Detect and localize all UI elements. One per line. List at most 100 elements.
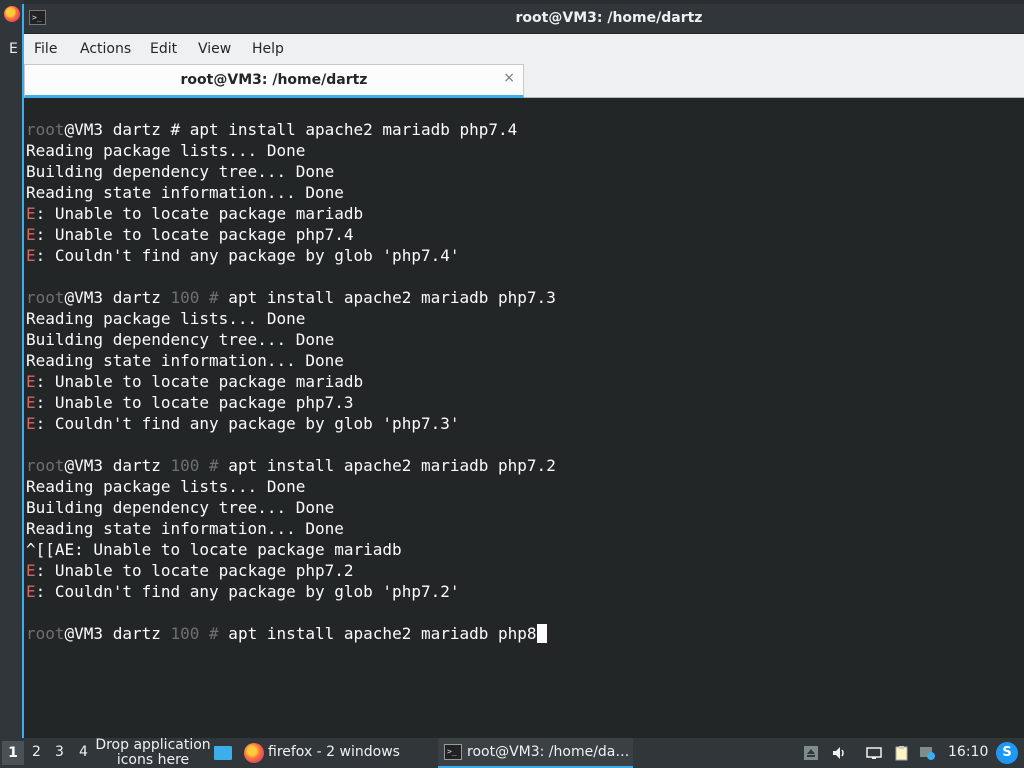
terminal-line: root@VM3 dartz 100 # apt install apache2… <box>26 455 1024 476</box>
terminal-text: E <box>26 204 36 223</box>
terminal-text: : Unable to locate package php7.4 <box>35 225 354 244</box>
terminal-line: Reading state information... Done <box>26 350 1024 371</box>
terminal-output[interactable]: root@VM3 dartz # apt install apache2 mar… <box>24 99 1024 738</box>
terminal-line: E: Unable to locate package mariadb <box>26 371 1024 392</box>
task-firefox[interactable]: firefox - 2 windows <box>268 744 400 760</box>
terminal-text: apt install apache2 mariadb php8 <box>218 624 537 643</box>
title-bar[interactable]: >_ root@VM3: /home/dartz <box>24 4 1024 33</box>
terminal-text: ^[[AE: Unable to locate package mariadb <box>26 540 402 559</box>
terminal-text: root <box>26 120 65 139</box>
terminal-text: : Unable to locate package php7.2 <box>35 561 354 580</box>
terminal-text: Reading state information... Done <box>26 183 344 202</box>
volume-icon[interactable] <box>831 745 847 761</box>
terminal-text: root <box>26 456 65 475</box>
firefox-icon[interactable] <box>4 6 20 22</box>
terminal-text: apt install apache2 mariadb php7.2 <box>218 456 556 475</box>
terminal-text: E <box>26 372 36 391</box>
terminal-text: : Couldn't find any package by glob 'php… <box>35 582 460 601</box>
menu-view[interactable]: View <box>198 41 231 57</box>
terminal-text: @VM3 dartz # apt install apache2 mariadb… <box>64 120 518 139</box>
terminal-text: Reading package lists... Done <box>26 309 306 328</box>
menu-actions[interactable]: Actions <box>80 41 131 57</box>
desktop-label: E <box>9 41 18 57</box>
menu-help[interactable]: Help <box>252 41 284 57</box>
task-terminal-label: root@VM3: /home/da… <box>467 744 630 760</box>
terminal-line: ^[[AE: Unable to locate package mariadb <box>26 539 1024 560</box>
terminal-line: root@VM3 dartz 100 # apt install apache2… <box>26 623 1024 644</box>
quicklaunch-placeholder: Drop application icons here <box>95 737 211 768</box>
text-cursor <box>536 624 547 643</box>
terminal-text: 100 # <box>170 288 219 307</box>
terminal-text: @VM3 dartz <box>64 456 171 475</box>
close-icon[interactable]: × <box>503 70 515 86</box>
terminal-line: E: Couldn't find any package by glob 'ph… <box>26 413 1024 434</box>
clipboard-icon[interactable] <box>893 745 909 761</box>
terminal-line: Building dependency tree... Done <box>26 329 1024 350</box>
terminal-line: Reading state information... Done <box>26 518 1024 539</box>
tab-terminal[interactable]: root@VM3: /home/dartz × <box>24 64 524 98</box>
terminal-text: root <box>26 288 65 307</box>
terminal-line: Reading package lists... Done <box>26 140 1024 161</box>
terminal-line: Building dependency tree... Done <box>26 497 1024 518</box>
workspace-2[interactable]: 2 <box>32 744 41 760</box>
network-icon[interactable] <box>866 745 882 761</box>
clock[interactable]: 16:10 <box>948 744 988 760</box>
menu-bar: File Actions Edit View Help <box>24 34 1024 64</box>
desktop-left-strip: E <box>0 0 24 738</box>
terminal-line: Reading package lists... Done <box>26 476 1024 497</box>
tab-bar: root@VM3: /home/dartz × <box>24 64 1024 98</box>
terminal-text: Reading state information... Done <box>26 519 344 538</box>
terminal-text: : Unable to locate package mariadb <box>35 204 364 223</box>
menu-file[interactable]: File <box>34 41 57 57</box>
terminal-text: Reading state information... Done <box>26 351 344 370</box>
terminal-line: E: Couldn't find any package by glob 'ph… <box>26 245 1024 266</box>
taskbar: 1 2 3 4 Drop application icons here fire… <box>0 738 1024 768</box>
terminal-text: 100 # <box>170 624 219 643</box>
workspace-3[interactable]: 3 <box>55 744 64 760</box>
show-desktop-icon[interactable] <box>214 746 232 760</box>
app-menu-icon[interactable]: S <box>996 742 1018 764</box>
terminal-line: E: Couldn't find any package by glob 'ph… <box>26 581 1024 602</box>
terminal-text: E <box>26 582 36 601</box>
terminal-text: 100 # <box>170 456 219 475</box>
terminal-text: E <box>26 414 36 433</box>
terminal-text: @VM3 dartz <box>64 624 171 643</box>
window-title: root@VM3: /home/dartz <box>515 10 703 26</box>
terminal-line: root@VM3 dartz # apt install apache2 mar… <box>26 119 1024 140</box>
terminal-line: E: Unable to locate package php7.2 <box>26 560 1024 581</box>
terminal-text: Reading package lists... Done <box>26 141 306 160</box>
terminal-text: Reading package lists... Done <box>26 477 306 496</box>
firefox-icon <box>244 743 264 763</box>
terminal-text: : Couldn't find any package by glob 'php… <box>35 414 460 433</box>
tab-label: root@VM3: /home/dartz <box>180 72 368 88</box>
konsole-window: >_ root@VM3: /home/dartz File Actions Ed… <box>22 4 1024 738</box>
terminal-text: Building dependency tree... Done <box>26 162 335 181</box>
workspace-4[interactable]: 4 <box>79 744 88 760</box>
terminal-text: Building dependency tree... Done <box>26 330 335 349</box>
terminal-text: : Couldn't find any package by glob 'php… <box>35 246 460 265</box>
terminal-line: E: Unable to locate package php7.4 <box>26 224 1024 245</box>
terminal-line: Reading package lists... Done <box>26 308 1024 329</box>
terminal-line: Building dependency tree... Done <box>26 161 1024 182</box>
terminal-text: @VM3 dartz <box>64 288 171 307</box>
terminal-text: : Unable to locate package mariadb <box>35 372 364 391</box>
terminal-text: Building dependency tree... Done <box>26 498 335 517</box>
terminal-text: root <box>26 624 65 643</box>
notification-icon[interactable] <box>919 745 935 761</box>
menu-edit[interactable]: Edit <box>150 41 177 57</box>
eject-icon[interactable] <box>803 745 819 761</box>
workspace-1[interactable]: 1 <box>2 741 24 765</box>
terminal-text: E <box>26 225 36 244</box>
terminal-text: E <box>26 561 36 580</box>
terminal-text: apt install apache2 mariadb php7.3 <box>218 288 556 307</box>
terminal-line: E: Unable to locate package php7.3 <box>26 392 1024 413</box>
terminal-line: Reading state information... Done <box>26 182 1024 203</box>
task-terminal[interactable]: >_ root@VM3: /home/da… <box>438 738 633 768</box>
terminal-line: E: Unable to locate package mariadb <box>26 203 1024 224</box>
terminal-text: : Unable to locate package php7.3 <box>35 393 354 412</box>
terminal-text: E <box>26 246 36 265</box>
terminal-text: E <box>26 393 36 412</box>
